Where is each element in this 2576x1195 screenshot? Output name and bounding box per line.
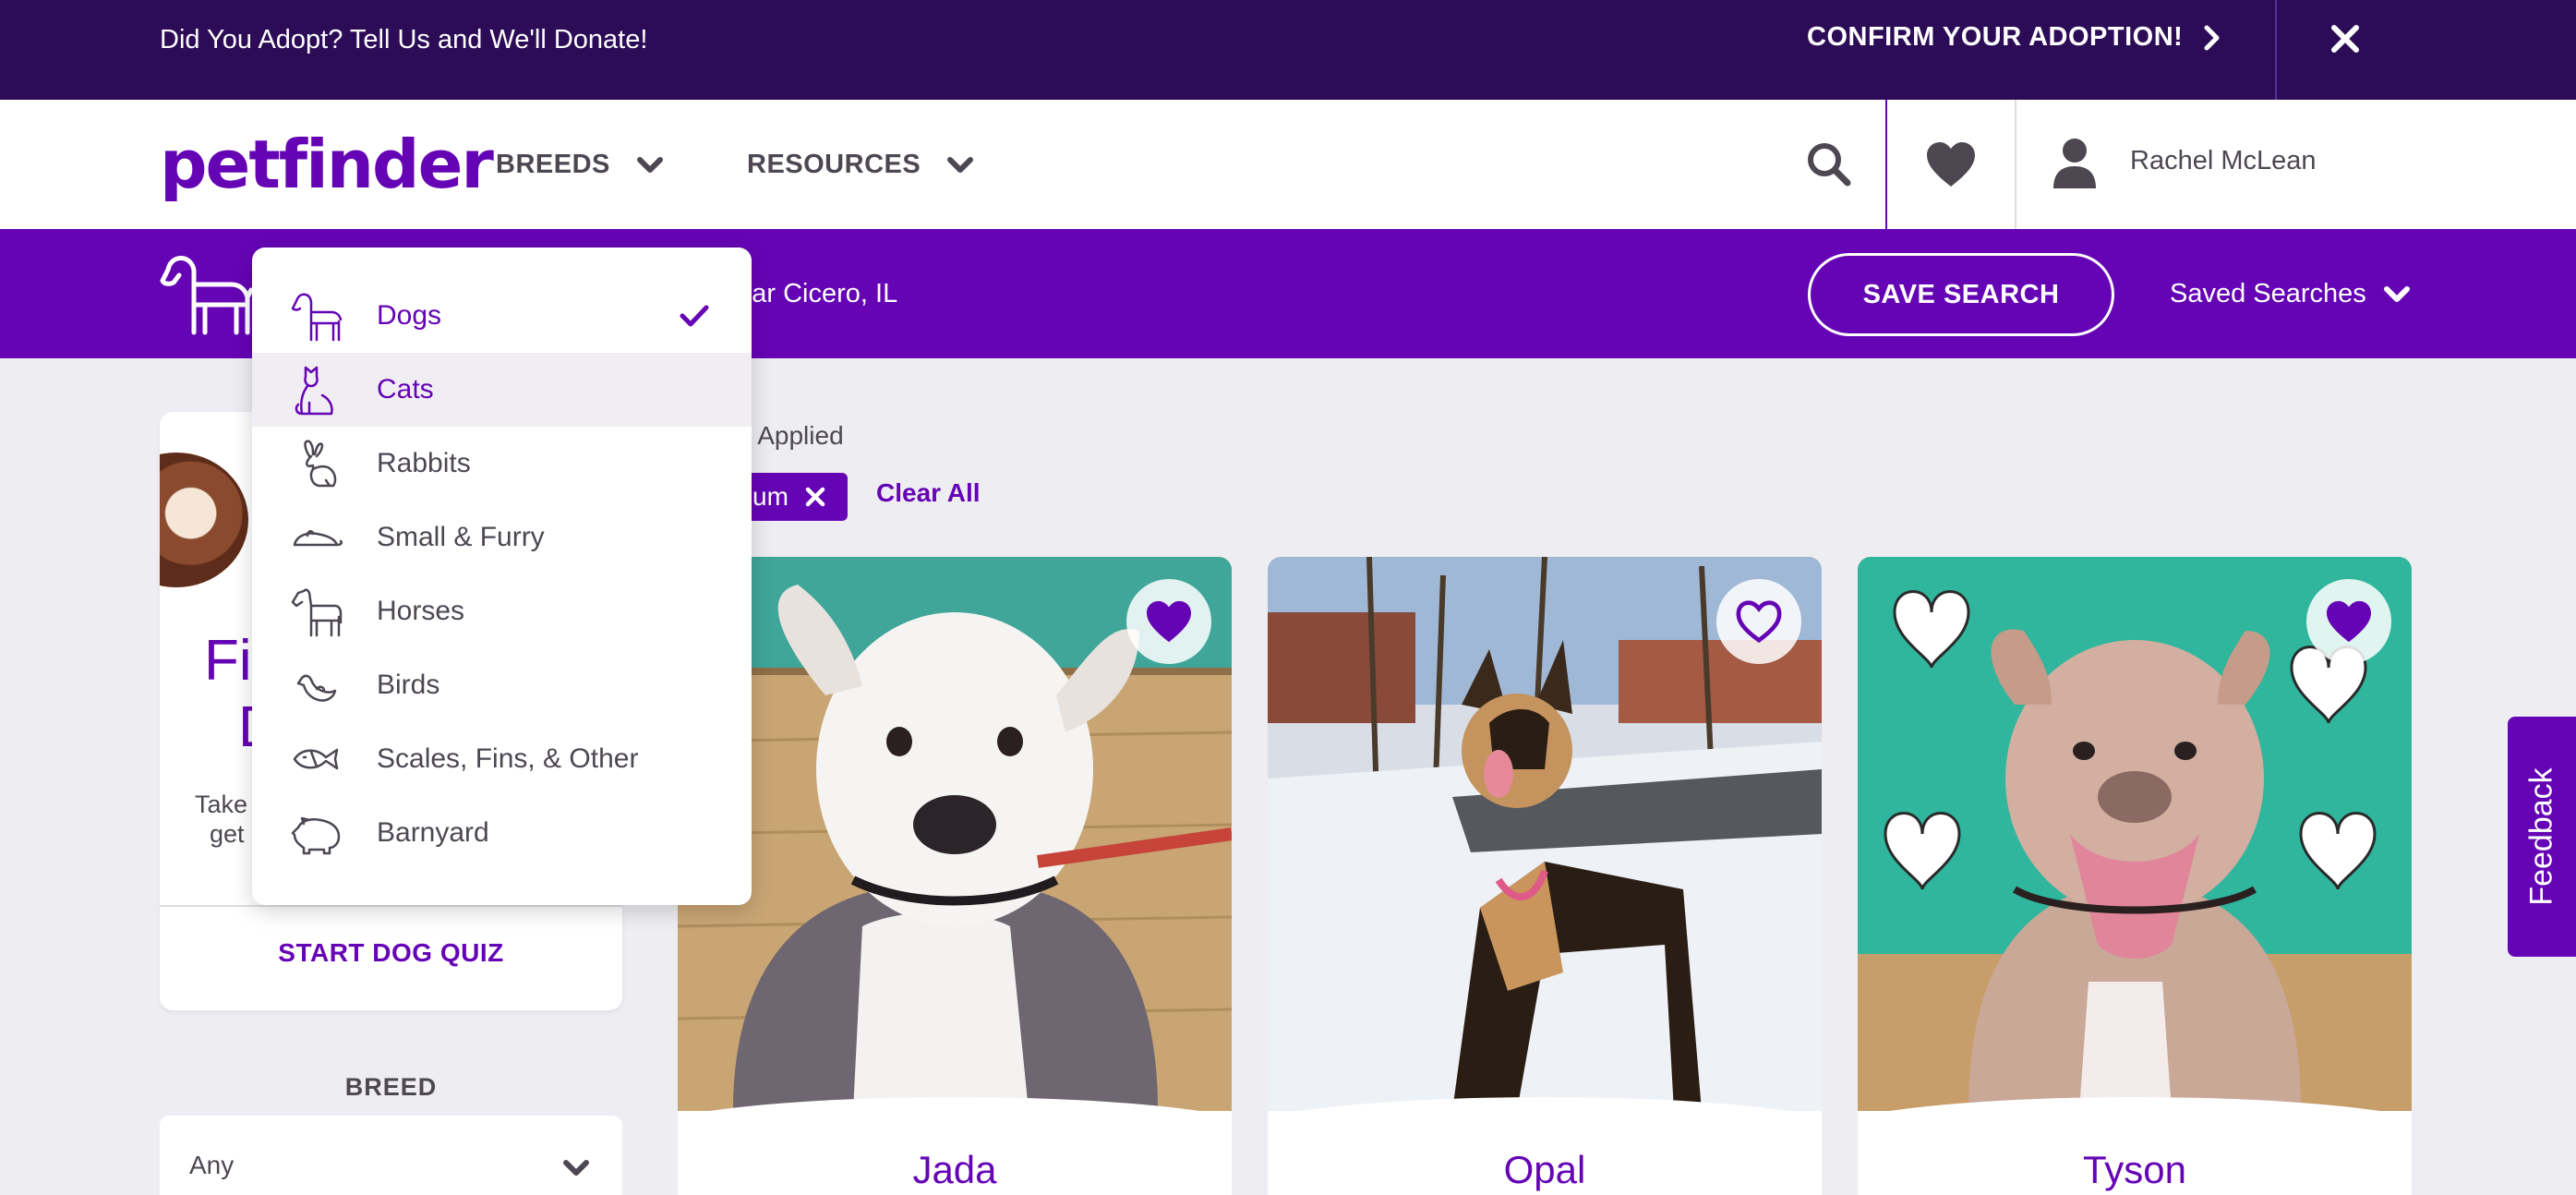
favorite-button[interactable] [2306,579,2391,664]
pet-card-jada[interactable]: Jada [678,557,1232,1195]
confirm-adoption-link[interactable]: CONFIRM YOUR ADOPTION! [1807,22,2221,53]
dropdown-item-label: Birds [377,670,440,700]
pet-card-opal[interactable]: Opal [1268,557,1822,1195]
announcement-divider [2275,0,2277,100]
dropdown-item-label: Cats [377,374,434,404]
nav-resources-label: RESOURCES [747,150,921,179]
header-divider [2015,100,2016,229]
nav-breeds-label: BREEDS [496,150,610,179]
pet-name: Opal [1503,1148,1586,1191]
save-search-button[interactable]: SAVE SEARCH [1808,253,2114,336]
search-icon[interactable] [1805,140,1853,188]
heart-outline-icon [1736,600,1782,644]
dropdown-item-label: Horses [377,596,465,626]
site-header: petfinder BREEDS RESOURCES Rachel McLean [0,100,2576,229]
rabbit-icon [304,440,337,488]
header-divider [1885,100,1887,229]
feedback-tab[interactable]: Feedback [2508,717,2576,957]
dropdown-item-label: Small & Furry [377,522,545,552]
start-dog-quiz-button[interactable]: START DOG QUIZ [160,938,622,968]
dropdown-item-label: Scales, Fins, & Other [377,743,639,774]
saved-searches-label: Saved Searches [2170,279,2366,308]
dog-icon [291,293,343,342]
pig-icon [291,816,341,855]
clear-all-filters-link[interactable]: Clear All [876,478,981,508]
quiz-text-line1: Take [195,791,248,818]
chevron-down-icon [636,156,663,173]
dropdown-item-rabbits[interactable]: Rabbits [252,427,752,501]
animal-type-dropdown: Dogs Cats Rabbits Small & Furry Horses B… [252,247,752,905]
favorite-button[interactable] [1126,579,1211,664]
dropdown-item-small-furry[interactable]: Small & Furry [252,501,752,574]
quiz-text-line2: get [210,820,245,848]
pet-card-tyson[interactable]: Tyson [1858,557,2412,1195]
dropdown-item-cats[interactable]: Cats [252,353,752,427]
dropdown-item-label: Rabbits [377,448,471,478]
heart-filled-icon [2327,600,2371,643]
petfinder-logo[interactable]: petfinder [160,126,494,203]
quiz-divider [160,905,622,907]
chevron-down-icon [2383,285,2410,302]
user-avatar-icon[interactable] [2052,137,2098,188]
pet-name: Jada [912,1148,997,1191]
fish-icon [293,748,339,770]
filters-applied-label: s Applied [739,421,844,450]
dropdown-item-dogs[interactable]: Dogs [252,279,752,353]
chevron-right-icon [2204,25,2220,50]
chevron-down-icon [563,1160,589,1176]
confirm-adoption-label: CONFIRM YOUR ADOPTION! [1807,22,2184,52]
dropdown-item-scales-fins-other[interactable]: Scales, Fins, & Other [252,722,752,796]
cat-icon [295,366,333,416]
dropdown-item-label: Dogs [377,300,442,331]
announcement-message: Did You Adopt? Tell Us and We'll Donate! [160,25,648,54]
announcement-bar: Did You Adopt? Tell Us and We'll Donate!… [0,0,2576,100]
quiz-dog-photo [160,453,248,587]
breed-select[interactable]: Any [160,1116,622,1195]
mouse-icon [293,530,343,547]
feedback-label: Feedback [2523,767,2559,906]
dog-icon[interactable] [157,253,259,336]
dropdown-item-barnyard[interactable]: Barnyard [252,796,752,870]
checkmark-icon [680,305,709,327]
breed-filter-heading: BREED [344,1073,438,1101]
breed-select-value: Any [189,1151,235,1179]
nav-resources[interactable]: RESOURCES [747,150,974,180]
chevron-down-icon [947,156,974,173]
dropdown-item-horses[interactable]: Horses [252,574,752,648]
filter-chip-label: um [752,482,788,511]
favorite-button[interactable] [1716,579,1801,664]
dropdown-item-label: Barnyard [377,817,489,848]
dropdown-item-birds[interactable]: Birds [252,648,752,722]
remove-filter-icon[interactable] [803,485,827,509]
nav-breeds[interactable]: BREEDS [496,150,664,180]
pet-name: Tyson [2082,1148,2187,1191]
bird-icon [296,674,337,702]
saved-searches-dropdown[interactable]: Saved Searches [2170,279,2411,309]
close-icon[interactable] [2327,20,2364,57]
horse-icon [291,588,343,637]
user-name[interactable]: Rachel McLean [2130,146,2317,176]
favorites-heart-icon[interactable] [1925,140,1977,188]
heart-filled-icon [1147,600,1191,643]
quiz-title-line1: Fi [204,629,252,693]
